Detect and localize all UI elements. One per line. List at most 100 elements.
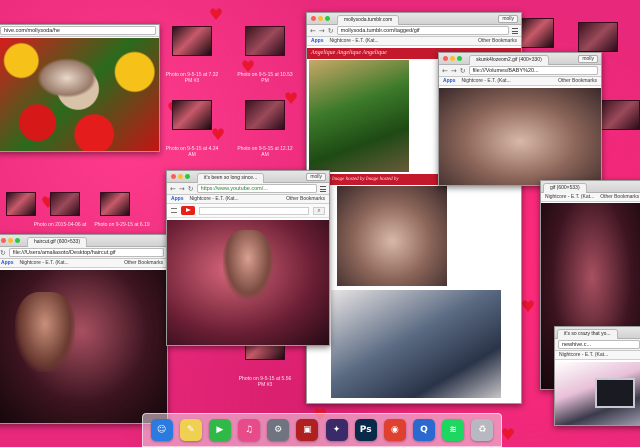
back-arrow-icon[interactable]: ← [170, 185, 176, 193]
minimize-button[interactable] [450, 56, 455, 61]
face-image [15, 292, 75, 372]
trash-icon[interactable]: ♻ [471, 419, 494, 441]
zoom-button[interactable] [457, 56, 462, 61]
finder-icon[interactable]: ☺ [150, 419, 173, 441]
search-icon[interactable]: ⌕ [313, 206, 325, 215]
bookmark-other[interactable]: Other Bookmarks [478, 38, 517, 44]
tab-skunk[interactable]: skunk4lozeom2.gif (400×330) [469, 55, 549, 65]
youtube-header: ⌕ [167, 204, 329, 218]
system-preferences-icon[interactable]: ⚙ [267, 419, 290, 441]
desktop-photo-thumbnail[interactable] [245, 26, 285, 56]
figure-gif-image [337, 186, 447, 286]
zoom-button[interactable] [15, 238, 20, 243]
profile-button[interactable]: molly [498, 15, 518, 23]
address-bar[interactable]: https://www.youtube.com/... [196, 184, 317, 193]
desktop-photo-thumbnail[interactable] [172, 26, 212, 56]
minimize-button[interactable] [178, 174, 183, 179]
desktop-photo-thumbnail[interactable] [172, 100, 212, 130]
profile-button[interactable]: molly [306, 173, 326, 181]
bookmark-nightcore[interactable]: Nightcore - E.T. (Kat... [20, 260, 69, 266]
quicktime-icon[interactable]: Q [412, 419, 435, 441]
zoom-button[interactable] [185, 174, 190, 179]
profile-button[interactable]: molly [578, 55, 598, 63]
bookmark-apps[interactable]: Apps [311, 38, 324, 44]
rose-collage-image [0, 38, 159, 151]
notes-icon[interactable]: ✎ [179, 419, 202, 441]
bookmark-nightcore[interactable]: Nightcore - E.T. (Kat... [462, 78, 511, 84]
address-bar[interactable]: hive.com/mollysoda/he [0, 26, 156, 35]
browser-window-haircut[interactable]: haircut.gif (600×533) ↻ file:///Users/am… [0, 234, 168, 424]
tab-right-gif[interactable]: gif (600×533) [543, 183, 587, 193]
bookmark-other[interactable]: Other Bookmarks [286, 196, 325, 202]
desktop-photo-thumbnail[interactable] [245, 100, 285, 130]
haircut-gif-image [0, 270, 167, 423]
desktop-file-label: Photo on 9-5-15 at 7.32 PM #3 [165, 72, 219, 84]
bookmark-other[interactable]: Other Bookmarks [600, 194, 639, 200]
tab-tumblr[interactable]: mollysoda.tumblr.com [337, 15, 400, 25]
bookmark-other[interactable]: Other Bookmarks [558, 78, 597, 84]
heart-icon: ♥ [500, 425, 516, 444]
desktop-photo-thumbnail[interactable] [578, 22, 618, 52]
desktop-file-label: Photo on 2015-04-06 at [33, 222, 87, 228]
photoshop-icon[interactable]: Ps [354, 419, 377, 441]
reload-icon[interactable]: ↻ [460, 67, 466, 75]
skunk-gif-image [439, 88, 601, 185]
garden-gif-image [309, 60, 409, 172]
tab-haircut[interactable]: haircut.gif (600×533) [27, 237, 88, 247]
itunes-icon[interactable]: ♫ [238, 419, 261, 441]
reload-icon[interactable]: ↻ [0, 249, 6, 257]
forward-arrow-icon[interactable]: → [319, 27, 325, 35]
bookmark-nightcore[interactable]: Nightcore - E.T. (Kat... [330, 38, 379, 44]
desktop-file-label: Photo on 9-5-15 at 12.12 AM [237, 146, 293, 158]
face-image [223, 230, 273, 300]
bookmark-other[interactable]: Other Bookmarks [124, 260, 163, 266]
zoom-button[interactable] [325, 16, 330, 21]
reload-icon[interactable]: ↻ [188, 185, 194, 193]
address-bar[interactable]: mollysoda.tumblr.com/tagged/gif [336, 26, 509, 35]
chrome-icon[interactable]: ◉ [383, 419, 406, 441]
bookmark-apps[interactable]: Apps [443, 78, 456, 84]
hamburger-menu-icon[interactable] [171, 208, 177, 213]
minimize-button[interactable] [318, 16, 323, 21]
address-bar[interactable]: file:///Users/amaliasoto/Desktop/haircut… [8, 248, 164, 257]
bookmark-apps[interactable]: Apps [1, 260, 14, 266]
bookmark-apps[interactable]: Apps [171, 196, 184, 202]
close-button[interactable] [1, 238, 6, 243]
tab-youtube[interactable]: it's been so long since... [197, 173, 265, 183]
address-bar[interactable]: file:///Volumes/BABY%20... [468, 66, 598, 75]
desktop-photo-thumbnail[interactable] [6, 192, 36, 216]
dock: ☺ ✎ ▶ ♫ ⚙ ▣ ✦ Ps ◉ Q ≋ ♻ [142, 413, 502, 447]
facetime-icon[interactable]: ▶ [208, 419, 231, 441]
browser-window-skunk[interactable]: skunk4lozeom2.gif (400×330) molly ← → ↻ … [438, 52, 602, 186]
forward-arrow-icon[interactable]: → [179, 185, 185, 193]
minimize-button[interactable] [8, 238, 13, 243]
bookmark-nightcore[interactable]: Nightcore - E.T. (Kat... [190, 196, 239, 202]
laptop-image [595, 378, 635, 408]
browser-window-roses[interactable]: hive.com/mollysoda/he [0, 24, 160, 152]
desktop-photo-thumbnail[interactable] [520, 18, 554, 48]
bookmark-nightcore[interactable]: Nightcore - E.T. (Kat... [559, 352, 608, 358]
youtube-logo-icon[interactable] [181, 206, 195, 215]
chrome-menu-icon[interactable] [320, 185, 326, 192]
chrome-menu-icon[interactable] [512, 27, 518, 34]
forward-arrow-icon[interactable]: → [451, 67, 457, 75]
bookmark-nightcore[interactable]: Nightcore - E.T. (Kat... [545, 194, 594, 200]
desktop-photo-thumbnail[interactable] [100, 192, 130, 216]
reload-icon[interactable]: ↻ [328, 27, 334, 35]
final-cut-icon[interactable]: ✦ [325, 419, 348, 441]
address-bar[interactable]: newhive.c... [558, 340, 640, 349]
tab-newhive[interactable]: it's so crazy that yo... [557, 329, 618, 339]
browser-window-newhive[interactable]: it's so crazy that yo... newhive.c... Ni… [554, 326, 640, 426]
back-arrow-icon[interactable]: ← [310, 27, 316, 35]
browser-window-youtube[interactable]: it's been so long since... molly ← → ↻ h… [166, 170, 330, 346]
spotify-icon[interactable]: ≋ [442, 419, 465, 441]
close-button[interactable] [171, 174, 176, 179]
youtube-search-input[interactable] [199, 206, 309, 215]
back-arrow-icon[interactable]: ← [442, 67, 448, 75]
close-button[interactable] [443, 56, 448, 61]
youtube-video-player[interactable] [167, 220, 329, 345]
desktop-photo-thumbnail[interactable] [50, 192, 80, 216]
close-button[interactable] [311, 16, 316, 21]
photo-booth-icon[interactable]: ▣ [296, 419, 319, 441]
desktop-photo-thumbnail[interactable] [600, 100, 640, 130]
